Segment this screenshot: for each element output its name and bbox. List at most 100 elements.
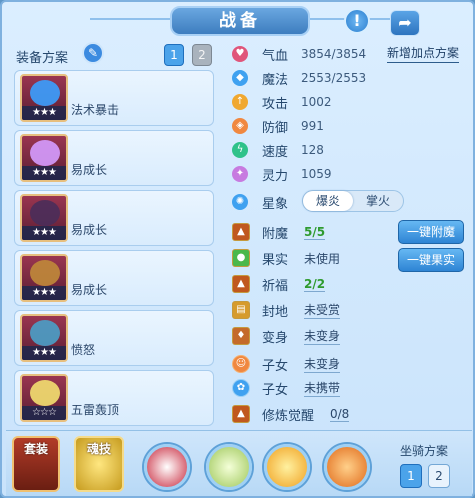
stat-spirit: ✦ 灵力 1059 xyxy=(232,164,332,184)
star-rating: ★★★ xyxy=(22,106,66,120)
stat-value: 3854/3854 xyxy=(301,47,367,61)
item-label: 子女 xyxy=(262,358,289,374)
equipment-name: 愤怒 xyxy=(71,343,96,357)
stat-value: 1059 xyxy=(301,167,332,181)
equip-glyph xyxy=(30,80,60,106)
item-child-carry: ✿ 子女 未携带 xyxy=(232,378,341,398)
item-label: 封地 xyxy=(262,304,289,320)
item-fruit: ● 果实 未使用 xyxy=(232,248,340,268)
star-rating: ★★★ xyxy=(22,226,66,240)
battle-prep-panel: 战备 ! ➦ 装备方案 ✎ 1 2 ★★★ 法术暴击 ★★★ 易成长 ★★★ 易… xyxy=(0,0,475,498)
enchant-icon: ▲ xyxy=(232,223,250,241)
fireball-icon[interactable] xyxy=(264,444,310,490)
share-icon[interactable]: ➦ xyxy=(390,10,420,36)
equipment-name: 易成长 xyxy=(71,163,108,177)
stat-value: 1002 xyxy=(301,95,332,109)
sage-icon[interactable] xyxy=(206,444,252,490)
lightning-icon: ϟ xyxy=(232,142,248,158)
star-rating: ★★★ xyxy=(22,166,66,180)
one-click-fruit-button[interactable]: 一键果实 xyxy=(398,248,464,272)
mount-plan-tab-1[interactable]: 1 xyxy=(400,464,422,488)
star-rating: ★★★ xyxy=(22,346,66,360)
equip-glyph xyxy=(30,200,60,226)
tab-soul-skill[interactable]: 魂技 xyxy=(74,436,124,492)
zodiac-option-palm-fire[interactable]: 掌火 xyxy=(353,191,403,211)
item-blessing: ▲ 祈福 2/2 xyxy=(232,274,326,294)
boots-icon: ☆☆☆ xyxy=(20,374,68,422)
item-value: 未变身 xyxy=(304,357,341,373)
stat-hp: ♥ 气血 3854/3854 xyxy=(232,44,366,64)
equipment-slot[interactable]: ★★★ 愤怒 xyxy=(14,310,214,366)
child-icon: ☺ xyxy=(232,355,250,373)
equipment-plan-tab-1[interactable]: 1 xyxy=(164,44,184,66)
blade-fan-icon[interactable] xyxy=(144,444,190,490)
heart-icon: ♥ xyxy=(232,46,248,62)
flame-fist-icon[interactable] xyxy=(324,444,370,490)
stat-mp: ◆ 魔法 2553/2553 xyxy=(232,68,366,88)
item-value: 未变身 xyxy=(304,329,341,345)
stat-label: 攻击 xyxy=(262,96,289,112)
mount-plan-tab-2[interactable]: 2 xyxy=(428,464,450,488)
tab-label: 套装 xyxy=(23,442,48,456)
item-label: 果实 xyxy=(262,252,289,268)
item-enchant: ▲ 附魔 5/5 xyxy=(232,222,326,242)
transform-icon: ♦ xyxy=(232,327,250,345)
tab-label: 魂技 xyxy=(86,442,111,456)
helmet-icon: ★★★ xyxy=(20,134,68,182)
stat-label: 灵力 xyxy=(262,168,289,184)
exclamation-icon[interactable]: ! xyxy=(344,8,370,34)
new-stat-plan-button[interactable]: 新增加点方案 xyxy=(387,44,460,63)
item-label: 修炼觉醒 xyxy=(262,408,315,424)
equip-glyph xyxy=(30,320,60,346)
item-cultivation-awaken: ▲ 修炼觉醒 0/8 xyxy=(232,404,350,424)
stat-attack: ↑ 攻击 1002 xyxy=(232,92,332,112)
shield-icon: ◈ xyxy=(232,118,248,134)
armor-icon: ★★★ xyxy=(20,194,68,242)
star-sign-icon: ✺ xyxy=(232,194,248,210)
blessing-icon: ▲ xyxy=(232,275,250,293)
equipment-name: 五雷轰顶 xyxy=(71,403,120,417)
stat-label: 防御 xyxy=(262,120,289,136)
stat-speed: ϟ 速度 128 xyxy=(232,140,324,160)
fruit-icon: ● xyxy=(232,249,250,267)
edit-icon[interactable]: ✎ xyxy=(82,42,104,64)
item-label: 变身 xyxy=(262,330,289,346)
stat-label: 速度 xyxy=(262,144,289,160)
item-transform: ♦ 变身 未变身 xyxy=(232,326,341,346)
belt-icon: ★★★ xyxy=(20,314,68,362)
item-value: 5/5 xyxy=(304,224,326,240)
equipment-slot[interactable]: ★★★ 易成长 xyxy=(14,190,214,246)
item-value: 2/2 xyxy=(304,276,326,292)
panel-title: 战备 xyxy=(170,6,310,36)
sword-icon: ↑ xyxy=(232,94,248,110)
equipment-slot[interactable]: ★★★ 法术暴击 xyxy=(14,70,214,126)
item-label: 祈福 xyxy=(262,278,289,294)
equipment-plan-label: 装备方案 xyxy=(16,51,69,66)
zodiac-option-blaze[interactable]: 爆炎 xyxy=(303,191,353,211)
tab-suit[interactable]: 套装 xyxy=(12,436,60,492)
equipment-slot[interactable]: ☆☆☆ 五雷轰顶 xyxy=(14,370,214,426)
item-fief: ▤ 封地 未受赏 xyxy=(232,300,341,320)
stat-defense: ◈ 防御 991 xyxy=(232,116,324,136)
stat-value: 128 xyxy=(301,143,324,157)
stat-label: 气血 xyxy=(262,48,289,64)
title-ornament-left xyxy=(90,18,170,20)
equipment-slot[interactable]: ★★★ 易成长 xyxy=(14,250,214,306)
diamond-icon: ◆ xyxy=(232,70,248,86)
star-rating: ☆☆☆ xyxy=(22,406,66,420)
zodiac-toggle[interactable]: 爆炎 掌火 xyxy=(302,190,404,212)
equipment-plan-tab-2[interactable]: 2 xyxy=(192,44,212,66)
equip-glyph xyxy=(30,380,60,406)
stat-value: 2553/2553 xyxy=(301,71,367,85)
equipment-list: ★★★ 法术暴击 ★★★ 易成长 ★★★ 易成长 ★★★ 易成长 ★★★ 愤怒 … xyxy=(14,70,214,430)
equip-glyph xyxy=(30,260,60,286)
equipment-name: 易成长 xyxy=(71,223,108,237)
item-value: 未使用 xyxy=(304,251,341,266)
awaken-icon: ▲ xyxy=(232,405,250,423)
item-label: 附魔 xyxy=(262,226,289,242)
item-label: 子女 xyxy=(262,382,289,398)
stat-label: 魔法 xyxy=(262,72,289,88)
one-click-enchant-button[interactable]: 一键附魔 xyxy=(398,220,464,244)
stat-value: 991 xyxy=(301,119,324,133)
equipment-slot[interactable]: ★★★ 易成长 xyxy=(14,130,214,186)
